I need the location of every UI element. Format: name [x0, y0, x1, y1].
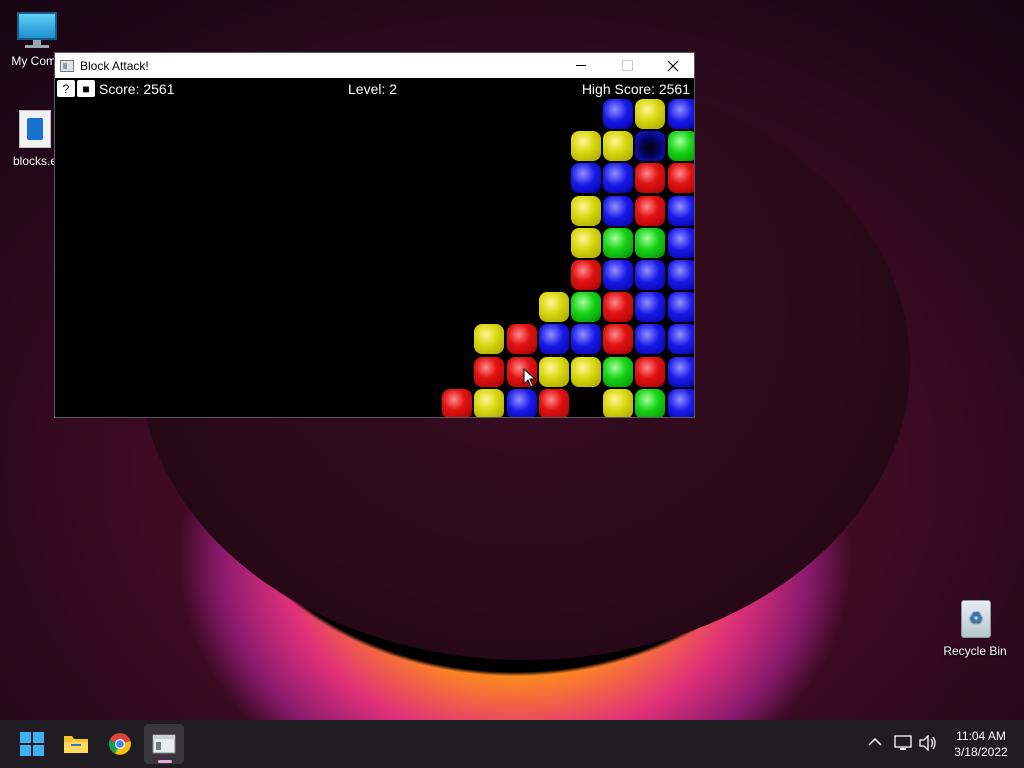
block-red[interactable]: [635, 196, 665, 226]
clock[interactable]: 11:04 AM 3/18/2022: [948, 728, 1014, 760]
app-window-icon: [60, 59, 74, 72]
block-yellow[interactable]: [539, 292, 569, 322]
block-red[interactable]: [635, 163, 665, 193]
block-green[interactable]: [635, 228, 665, 258]
block-yellow[interactable]: [474, 389, 504, 417]
high-score-label: High Score: 2561: [581, 81, 690, 97]
desktop-icon-label: Recycle Bin: [943, 644, 1007, 658]
score-label: Score: 2561: [99, 81, 175, 97]
block-blue[interactable]: [635, 292, 665, 322]
block-green[interactable]: [603, 357, 633, 387]
clock-time: 11:04 AM: [956, 729, 1006, 743]
desktop-icon-label: blocks.e: [12, 154, 58, 168]
recycle-bin-icon: ♻: [957, 596, 993, 640]
folder-icon: [64, 736, 88, 753]
block-blue[interactable]: [668, 357, 694, 387]
close-icon: [667, 60, 679, 71]
block-yellow[interactable]: [571, 196, 601, 226]
block-blue[interactable]: [571, 163, 601, 193]
active-indicator: [158, 760, 172, 763]
window-titlebar[interactable]: Block Attack!: [55, 53, 694, 78]
block-red[interactable]: [571, 260, 601, 290]
block-yellow[interactable]: [603, 389, 633, 417]
maximize-icon: [621, 60, 633, 71]
desktop-icon-recycle-bin[interactable]: ♻ Recycle Bin: [936, 596, 1014, 658]
block-blue[interactable]: [668, 196, 694, 226]
block-yellow[interactable]: [539, 357, 569, 387]
exe-file-icon: [15, 110, 55, 150]
block-blue[interactable]: [668, 292, 694, 322]
window-title: Block Attack!: [80, 58, 149, 73]
block-yellow[interactable]: [474, 324, 504, 354]
block-blue[interactable]: [668, 99, 694, 129]
help-button[interactable]: ?: [57, 80, 75, 97]
block-red[interactable]: [507, 324, 537, 354]
taskbar-chrome[interactable]: [100, 724, 140, 764]
block-blue[interactable]: [635, 260, 665, 290]
block-green[interactable]: [668, 131, 694, 161]
block-blue[interactable]: [668, 389, 694, 417]
block-blue[interactable]: [635, 324, 665, 354]
close-button[interactable]: [650, 53, 696, 78]
windows-start-icon: [20, 732, 44, 756]
block-red[interactable]: [635, 357, 665, 387]
monitor-icon: [15, 10, 59, 50]
minimize-icon: [576, 65, 586, 66]
block-blue[interactable]: [603, 163, 633, 193]
block-yellow[interactable]: [571, 228, 601, 258]
block-red[interactable]: [442, 389, 472, 417]
block-attack-window: Block Attack! ? ■ Score: 2561 Level: 2 H…: [54, 52, 695, 418]
block-blue[interactable]: [668, 228, 694, 258]
block-green[interactable]: [571, 292, 601, 322]
block-blue[interactable]: [603, 260, 633, 290]
taskbar-block-attack[interactable]: [144, 724, 184, 764]
block-yellow[interactable]: [571, 357, 601, 387]
block-red[interactable]: [474, 357, 504, 387]
volume-icon[interactable]: [919, 735, 937, 751]
game-board[interactable]: ? ■ Score: 2561 Level: 2 High Score: 256…: [55, 78, 694, 417]
block-blue[interactable]: [603, 196, 633, 226]
block-red[interactable]: [603, 292, 633, 322]
chrome-icon: [108, 733, 131, 755]
network-icon[interactable]: [894, 735, 912, 751]
level-label: Level: 2: [348, 81, 398, 97]
block-blue[interactable]: [507, 389, 537, 417]
block-dark[interactable]: [635, 131, 665, 161]
block-blue[interactable]: [668, 260, 694, 290]
block-blue[interactable]: [539, 324, 569, 354]
maximize-button[interactable]: [604, 53, 650, 78]
start-button[interactable]: [12, 724, 52, 764]
block-red[interactable]: [603, 324, 633, 354]
block-red[interactable]: [668, 163, 694, 193]
block-red[interactable]: [539, 389, 569, 417]
block-yellow[interactable]: [603, 131, 633, 161]
minimize-button[interactable]: [558, 53, 604, 78]
app-window-icon: [152, 734, 176, 754]
block-green[interactable]: [603, 228, 633, 258]
taskbar-file-explorer[interactable]: [56, 724, 96, 764]
chevron-up-icon[interactable]: [868, 737, 882, 747]
block-blue[interactable]: [668, 324, 694, 354]
stop-button[interactable]: ■: [77, 80, 95, 97]
block-green[interactable]: [635, 389, 665, 417]
taskbar: 11:04 AM 3/18/2022: [0, 720, 1024, 768]
mouse-cursor-icon: [523, 368, 537, 388]
clock-date: 3/18/2022: [954, 745, 1008, 759]
block-blue[interactable]: [571, 324, 601, 354]
block-yellow[interactable]: [571, 131, 601, 161]
block-blue[interactable]: [603, 99, 633, 129]
block-yellow[interactable]: [635, 99, 665, 129]
